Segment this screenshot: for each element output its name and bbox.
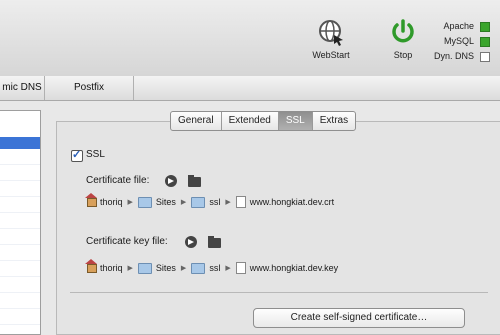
create-self-signed-certificate-button[interactable]: Create self-signed certificate… — [253, 308, 465, 328]
globe-cursor-icon — [319, 20, 343, 46]
host-list[interactable] — [0, 110, 41, 335]
path-segment[interactable]: www.hongkiat.dev.key — [250, 263, 338, 273]
file-icon — [235, 196, 246, 208]
path-separator-icon: ▶ — [180, 199, 187, 206]
main-tab-bar: mic DNS Postfix — [0, 76, 500, 101]
path-separator-icon: ▶ — [225, 199, 231, 206]
status-dyn-dns: Dyn. DNS — [400, 50, 490, 65]
folder-icon — [137, 196, 152, 208]
certificate-key-file-label: Certificate key file: — [86, 236, 168, 247]
list-item[interactable] — [0, 197, 40, 213]
folder-icon — [191, 262, 206, 274]
home-icon — [85, 258, 97, 273]
toolbar: WebStart Stop Apache MySQL Dyn. DNS — [0, 0, 500, 77]
path-segment[interactable]: www.hongkiat.dev.crt — [250, 197, 334, 207]
list-item[interactable] — [0, 149, 40, 165]
path-segment[interactable]: thoriq — [100, 263, 123, 273]
home-icon — [85, 192, 97, 207]
tab-ssl[interactable]: SSL — [278, 112, 313, 130]
ssl-checkbox-label: SSL — [86, 149, 105, 160]
tab-general[interactable]: General — [171, 112, 222, 130]
status-indicator — [480, 37, 490, 47]
tab-label: mic DNS — [2, 82, 42, 93]
path-segment[interactable]: Sites — [156, 263, 176, 273]
status-apache: Apache — [400, 20, 490, 35]
divider — [70, 292, 488, 293]
file-icon — [235, 262, 246, 274]
list-item[interactable] — [0, 261, 40, 277]
choose-folder-icon[interactable] — [188, 175, 201, 187]
ssl-settings-panel — [56, 121, 500, 335]
path-separator-icon: ▶ — [127, 265, 133, 272]
list-item[interactable] — [0, 277, 40, 293]
choose-folder-icon[interactable] — [208, 236, 221, 248]
list-item[interactable] — [0, 309, 40, 325]
settings-segmented-tabs: General Extended SSL Extras — [170, 111, 357, 131]
list-item[interactable] — [0, 293, 40, 309]
webstart-label: WebStart — [312, 50, 350, 60]
list-item-selected[interactable] — [0, 137, 40, 149]
status-indicator — [480, 22, 490, 32]
tab-extended[interactable]: Extended — [222, 112, 279, 130]
tab-label: Postfix — [73, 82, 104, 93]
certificate-file-label: Certificate file: — [86, 175, 150, 186]
folder-icon — [137, 262, 152, 274]
list-item[interactable] — [0, 165, 40, 181]
webstart-button[interactable]: WebStart — [301, 18, 361, 60]
status-label: MySQL — [443, 36, 474, 46]
path-separator-icon: ▶ — [180, 265, 187, 272]
list-item[interactable] — [0, 229, 40, 245]
certificate-key-path-control[interactable]: thoriq ▶ Sites ▶ ssl ▶ www.hongkiat.dev.… — [85, 258, 338, 275]
path-segment[interactable]: ssl — [209, 263, 220, 273]
tab-postfix[interactable]: Postfix — [44, 76, 134, 100]
path-separator-icon: ▶ — [225, 265, 231, 272]
reveal-arrow-icon[interactable] — [185, 236, 197, 248]
service-status-list: Apache MySQL Dyn. DNS — [400, 20, 490, 65]
list-item[interactable] — [0, 213, 40, 229]
tab-extras[interactable]: Extras — [313, 112, 355, 130]
status-indicator — [480, 52, 490, 62]
path-separator-icon: ▶ — [127, 199, 133, 206]
path-segment[interactable]: Sites — [156, 197, 176, 207]
tab-dynamic-dns[interactable]: mic DNS — [0, 76, 45, 100]
status-label: Dyn. DNS — [433, 51, 474, 61]
path-segment[interactable]: thoriq — [100, 197, 123, 207]
ssl-checkbox[interactable] — [71, 148, 83, 162]
folder-icon — [191, 196, 206, 208]
list-item[interactable] — [0, 245, 40, 261]
list-item[interactable] — [0, 181, 40, 197]
status-label: Apache — [443, 21, 474, 31]
path-segment[interactable]: ssl — [209, 197, 220, 207]
status-mysql: MySQL — [400, 35, 490, 50]
reveal-arrow-icon[interactable] — [165, 175, 177, 187]
certificate-path-control[interactable]: thoriq ▶ Sites ▶ ssl ▶ www.hongkiat.dev.… — [85, 192, 334, 209]
